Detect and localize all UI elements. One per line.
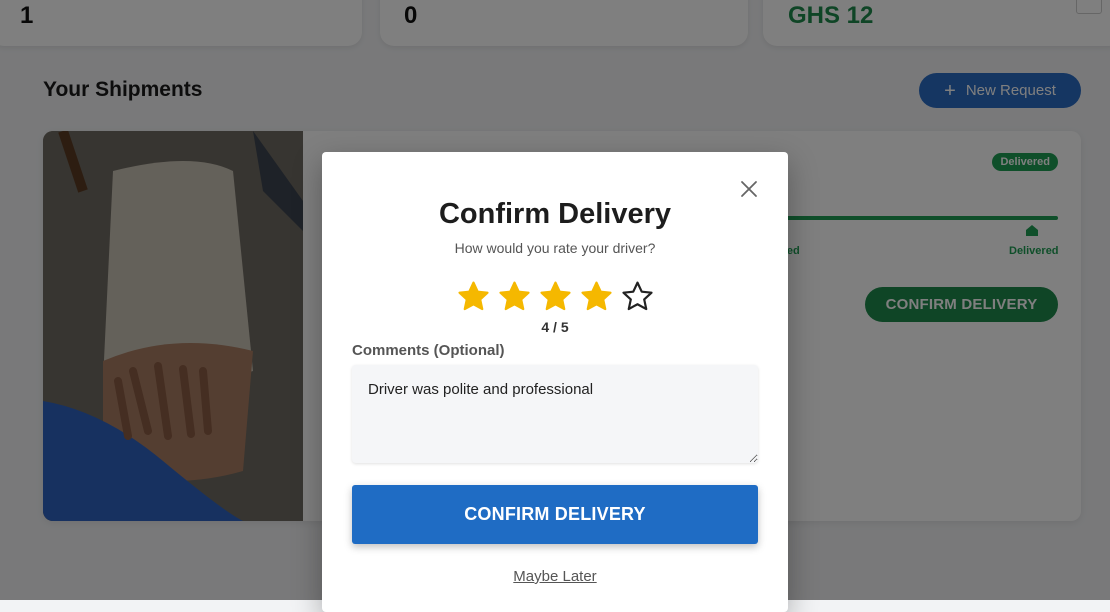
star-icon-1[interactable] [456,279,491,314]
modal-title: Confirm Delivery [438,198,672,230]
comments-label: Comments (Optional) [352,342,505,359]
confirm-delivery-button[interactable]: CONFIRM DELIVERY [352,485,758,544]
star-rating[interactable] [456,279,655,314]
close-icon[interactable] [739,179,759,199]
star-icon-3[interactable] [538,279,573,314]
star-icon-4[interactable] [579,279,614,314]
modal-subtitle: How would you rate your driver? [454,240,656,256]
comments-input[interactable]: Driver was polite and professional [352,365,758,463]
star-icon-5[interactable] [620,279,655,314]
confirm-delivery-modal: Confirm Delivery How would you rate your… [322,152,788,612]
maybe-later-link[interactable]: Maybe Later [322,568,788,585]
star-icon-2[interactable] [497,279,532,314]
rating-value: 4 / 5 [541,319,569,335]
